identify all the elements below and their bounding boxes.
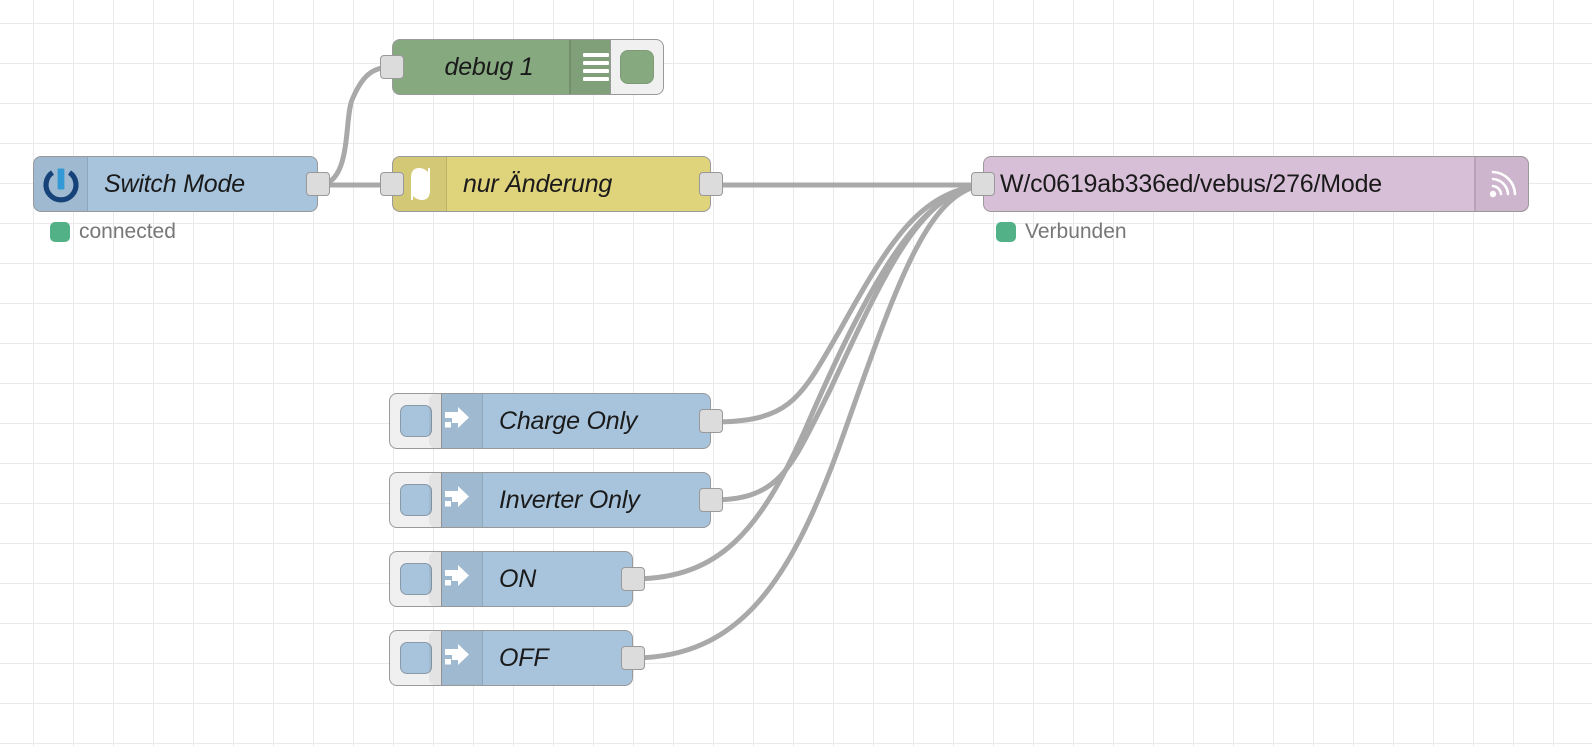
wire-layer — [315, 64, 986, 661]
node-inject-on[interactable]: ON — [389, 550, 645, 607]
node-inject-inverter-only[interactable]: Inverter Only — [389, 471, 723, 528]
output-port[interactable] — [306, 172, 330, 196]
wire-charge-to-mqtt — [708, 182, 986, 425]
input-port[interactable] — [380, 172, 404, 196]
status-label: Verbunden — [1025, 220, 1127, 243]
node-inject-charge-only[interactable]: Charge Only — [389, 392, 723, 449]
status-label: connected — [79, 220, 176, 243]
node-nur-aenderung[interactable]: nur Änderung — [380, 156, 723, 212]
output-port[interactable] — [621, 646, 645, 670]
output-port[interactable] — [621, 567, 645, 591]
inject-trigger-knob — [399, 404, 432, 437]
flow-canvas[interactable]: Switch Mode connected debug 1 nur Änderu… — [0, 0, 1592, 746]
wire-inverter-to-mqtt — [708, 182, 986, 503]
node-label: Switch Mode — [104, 169, 245, 198]
status-dot — [996, 222, 1016, 242]
node-label: Inverter Only — [499, 485, 640, 514]
debug-toggle-button[interactable] — [610, 38, 664, 95]
node-mqtt-out[interactable]: W/c0619ab336ed/vebus/276/Mode — [971, 156, 1529, 212]
node-inject-off[interactable]: OFF — [389, 629, 645, 686]
inject-arrow-icon — [429, 552, 483, 606]
status-dot — [50, 222, 70, 242]
inject-trigger-knob — [399, 562, 432, 595]
wire-switchmode-to-debug — [315, 64, 395, 188]
debug-toggle-knob — [620, 49, 654, 84]
victron-power-icon — [34, 157, 88, 211]
node-debug-1[interactable]: debug 1 — [380, 38, 664, 95]
input-port[interactable] — [971, 172, 995, 196]
inject-trigger-knob — [399, 483, 432, 516]
output-port[interactable] — [699, 409, 723, 433]
node-switch-mode[interactable]: Switch Mode — [33, 156, 330, 212]
node-label: OFF — [499, 643, 549, 672]
inject-trigger-knob — [399, 641, 432, 674]
mqtt-broadcast-icon — [1474, 157, 1528, 211]
node-label: W/c0619ab336ed/vebus/276/Mode — [1000, 169, 1382, 198]
inject-arrow-icon — [429, 394, 483, 448]
node-label: debug 1 — [444, 52, 534, 81]
node-label: ON — [499, 564, 537, 593]
input-port[interactable] — [380, 55, 404, 79]
status-mqtt: Verbunden — [996, 220, 1127, 244]
output-port[interactable] — [699, 488, 723, 512]
inject-arrow-icon — [429, 473, 483, 527]
output-port[interactable] — [699, 172, 723, 196]
inject-arrow-icon — [429, 631, 483, 685]
hamburger-glyph — [583, 53, 609, 81]
node-label: nur Änderung — [463, 169, 613, 198]
status-switch-mode: connected — [50, 220, 176, 244]
node-label: Charge Only — [499, 406, 638, 435]
